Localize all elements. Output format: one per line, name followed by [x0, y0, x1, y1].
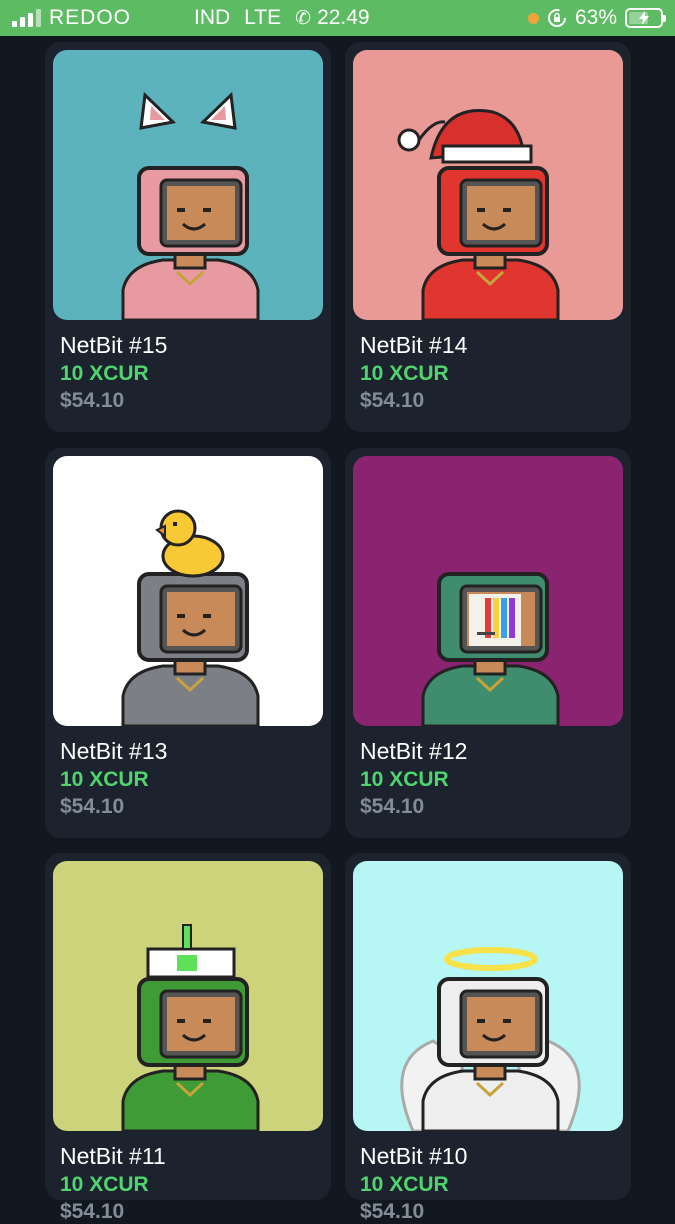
avatar-illustration [53, 50, 323, 320]
nft-name: NetBit #15 [60, 332, 168, 358]
nft-price: 10 XCUR [60, 362, 149, 385]
nft-price: 10 XCUR [60, 1173, 149, 1196]
nft-usd-price: $54.10 [60, 795, 125, 818]
avatar-illustration [353, 456, 623, 726]
nft-usd-price: $54.10 [360, 795, 425, 818]
nft-image [353, 50, 623, 320]
battery-charging-icon [625, 8, 666, 28]
rotation-lock-icon [547, 9, 566, 27]
carrier-name: REDOO [49, 6, 132, 29]
nft-name: NetBit #14 [360, 332, 468, 358]
nft-image [353, 456, 623, 726]
nft-usd-price: $54.10 [360, 1200, 425, 1223]
nft-name: NetBit #11 [60, 1143, 166, 1169]
nft-usd-price: $54.10 [60, 389, 125, 412]
nft-image [53, 50, 323, 320]
status-bar: REDOO IND LTE ✆ 22.49 63% [0, 0, 675, 36]
phone-icon: ✆ [295, 7, 312, 29]
nft-name: NetBit #12 [360, 738, 468, 764]
nft-card[interactable]: NetBit #14 10 XCUR $54.10 [345, 42, 631, 432]
avatar-illustration [53, 861, 323, 1131]
nft-usd-price: $54.10 [60, 1200, 125, 1223]
nft-price: 10 XCUR [60, 768, 149, 791]
nft-usd-price: $54.10 [360, 389, 425, 412]
network-type: LTE [244, 6, 282, 29]
nft-card[interactable]: NetBit #13 10 XCUR $54.10 [45, 448, 331, 838]
nft-image [53, 861, 323, 1131]
orange-dot-icon [527, 12, 539, 24]
nft-card[interactable]: NetBit #10 10 XCUR $54.10 [345, 853, 631, 1223]
nft-price: 10 XCUR [360, 1173, 449, 1196]
nft-card[interactable]: NetBit #15 10 XCUR $54.10 [45, 42, 331, 432]
avatar-illustration [353, 861, 623, 1131]
nft-grid: NetBit #15 10 XCUR $54.10 NetBit #14 10 … [0, 0, 675, 1223]
nft-image [353, 861, 623, 1131]
nft-name: NetBit #13 [60, 738, 168, 764]
nft-name: NetBit #10 [360, 1143, 468, 1169]
network-left: IND [194, 6, 231, 29]
battery-percent: 63% [574, 6, 617, 29]
nft-price: 10 XCUR [360, 768, 449, 791]
nft-card[interactable]: NetBit #12 10 XCUR $54.10 [345, 448, 631, 838]
nft-image [53, 456, 323, 726]
nft-card[interactable]: NetBit #11 10 XCUR $54.10 [45, 853, 331, 1223]
clock: 22.49 [317, 6, 370, 29]
avatar-illustration [353, 50, 623, 320]
avatar-illustration [53, 456, 323, 726]
nft-price: 10 XCUR [360, 362, 449, 385]
signal-icon [12, 9, 41, 27]
